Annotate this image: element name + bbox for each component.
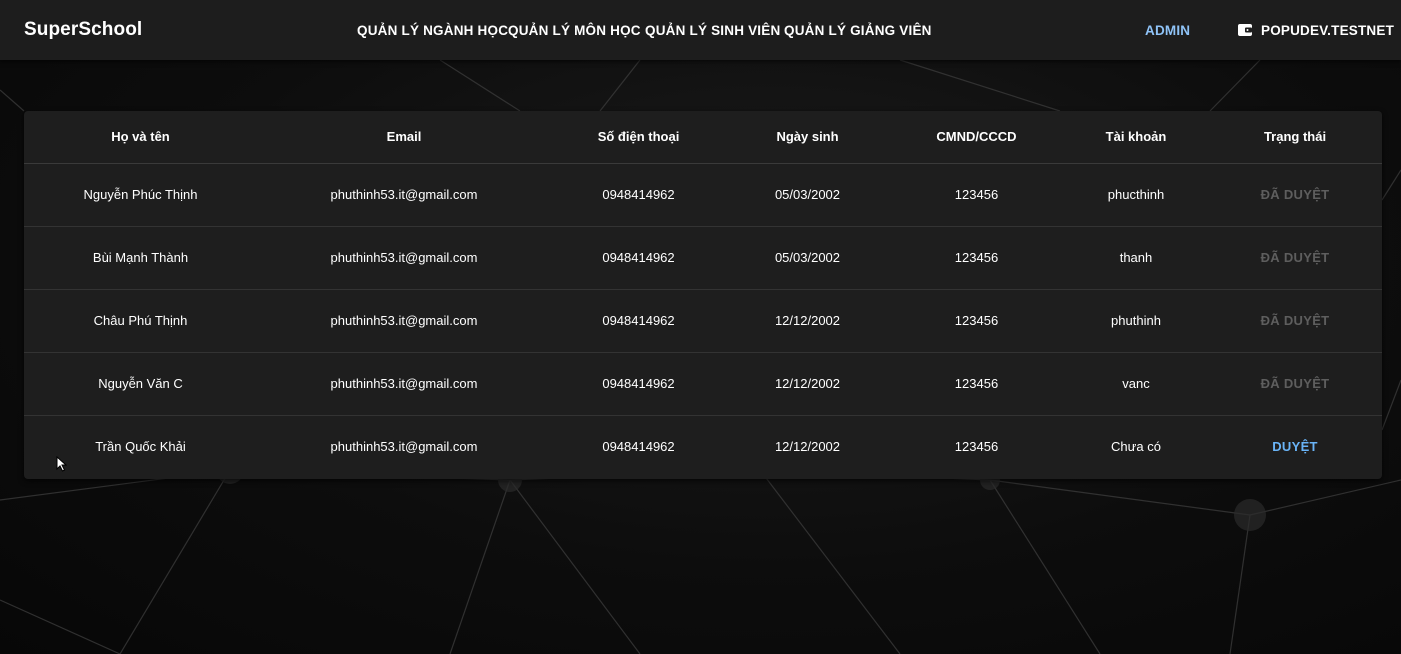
column-header-account: Tài khoản bbox=[1064, 111, 1208, 164]
cell-account: Chưa có bbox=[1111, 439, 1161, 455]
cell-name: Nguyễn Phúc Thịnh bbox=[24, 163, 257, 227]
column-header-phone: Số điện thoại bbox=[551, 111, 726, 164]
cell-phone: 0948414962 bbox=[602, 439, 675, 455]
cell-name: Bùi Mạnh Thành bbox=[24, 226, 257, 290]
wallet-icon bbox=[1237, 23, 1253, 37]
mouse-pointer-icon bbox=[56, 455, 68, 477]
approve-button[interactable]: DUYỆT bbox=[1272, 439, 1318, 454]
cell-email: phuthinh53.it@gmail.com bbox=[330, 439, 478, 455]
cell-email: phuthinh53.it@gmail.com bbox=[257, 226, 551, 290]
approved-button: ĐÃ DUYỆT bbox=[1260, 187, 1330, 202]
approved-button: ĐÃ DUYỆT bbox=[1260, 313, 1330, 328]
cell-id-card: 123456 bbox=[889, 226, 1064, 290]
cell-account: phucthinh bbox=[1064, 163, 1208, 227]
brand-title[interactable]: SuperSchool bbox=[24, 19, 142, 41]
column-header-dob: Ngày sinh bbox=[726, 111, 889, 164]
wallet-account-label: POPUDEV.TESTNET bbox=[1261, 22, 1395, 38]
column-header-id-card: CMND/CCCD bbox=[889, 111, 1064, 164]
cell-phone: 0948414962 bbox=[551, 289, 726, 353]
wallet-account-button[interactable]: POPUDEV.TESTNET bbox=[1237, 0, 1394, 60]
table-header-row: Họ và tên Email Số điện thoại Ngày sinh … bbox=[24, 111, 1382, 164]
cell-phone: 0948414962 bbox=[551, 352, 726, 416]
cell-account: thanh bbox=[1064, 226, 1208, 290]
cell-status: ĐÃ DUYỆT bbox=[1208, 352, 1382, 416]
cell-dob: 12/12/2002 bbox=[726, 289, 889, 353]
cell-account: vanc bbox=[1064, 352, 1208, 416]
cell-status: ĐÃ DUYỆT bbox=[1208, 163, 1382, 227]
cell-phone: 0948414962 bbox=[551, 226, 726, 290]
table-row: Châu Phú Thịnh phuthinh53.it@gmail.com 0… bbox=[24, 289, 1382, 353]
cell-status: DUYỆT bbox=[1208, 415, 1382, 478]
students-table: Họ và tên Email Số điện thoại Ngày sinh … bbox=[24, 111, 1382, 478]
column-header-status: Trạng thái bbox=[1208, 111, 1382, 164]
cell-name: Nguyễn Văn C bbox=[24, 352, 257, 416]
cell-email: phuthinh53.it@gmail.com bbox=[257, 352, 551, 416]
cell-account: phuthinh bbox=[1064, 289, 1208, 353]
nav-students-management[interactable]: QUẢN LÝ SINH VIÊN bbox=[645, 0, 780, 60]
cell-id-card: 123456 bbox=[954, 439, 999, 455]
column-header-name: Họ và tên bbox=[24, 111, 257, 164]
cell-dob: 12/12/2002 bbox=[774, 439, 841, 455]
cell-id-card: 123456 bbox=[889, 352, 1064, 416]
table-row: Bùi Mạnh Thành phuthinh53.it@gmail.com 0… bbox=[24, 226, 1382, 290]
cell-id-card: 123456 bbox=[889, 163, 1064, 227]
cell-email: phuthinh53.it@gmail.com bbox=[257, 289, 551, 353]
table-row: Nguyễn Phúc Thịnh phuthinh53.it@gmail.co… bbox=[24, 163, 1382, 227]
table-row: Nguyễn Văn C phuthinh53.it@gmail.com 094… bbox=[24, 352, 1382, 416]
cell-status: ĐÃ DUYỆT bbox=[1208, 226, 1382, 290]
cell-name: Châu Phú Thịnh bbox=[24, 289, 257, 353]
nav-admin[interactable]: ADMIN bbox=[1145, 0, 1190, 60]
students-table-card: Họ và tên Email Số điện thoại Ngày sinh … bbox=[24, 111, 1382, 479]
approved-button: ĐÃ DUYỆT bbox=[1260, 376, 1330, 391]
nav-majors-management[interactable]: QUẢN LÝ NGÀNH HỌC bbox=[357, 0, 508, 60]
table-row: Trần Quốc Khải phuthinh53.it@gmail.com 0… bbox=[24, 415, 1382, 478]
cell-phone: 0948414962 bbox=[551, 163, 726, 227]
cell-dob: 05/03/2002 bbox=[726, 163, 889, 227]
nav-subjects-management[interactable]: QUẢN LÝ MÔN HỌC bbox=[508, 0, 641, 60]
cell-status: ĐÃ DUYỆT bbox=[1208, 289, 1382, 353]
nav-lecturers-management[interactable]: QUẢN LÝ GIẢNG VIÊN bbox=[784, 0, 932, 60]
cell-id-card: 123456 bbox=[889, 289, 1064, 353]
column-header-email: Email bbox=[257, 111, 551, 164]
approved-button: ĐÃ DUYỆT bbox=[1260, 250, 1330, 265]
cell-dob: 05/03/2002 bbox=[726, 226, 889, 290]
app-bar: SuperSchool QUẢN LÝ NGÀNH HỌC QUẢN LÝ MÔ… bbox=[0, 0, 1401, 60]
cell-email: phuthinh53.it@gmail.com bbox=[257, 163, 551, 227]
cell-dob: 12/12/2002 bbox=[726, 352, 889, 416]
